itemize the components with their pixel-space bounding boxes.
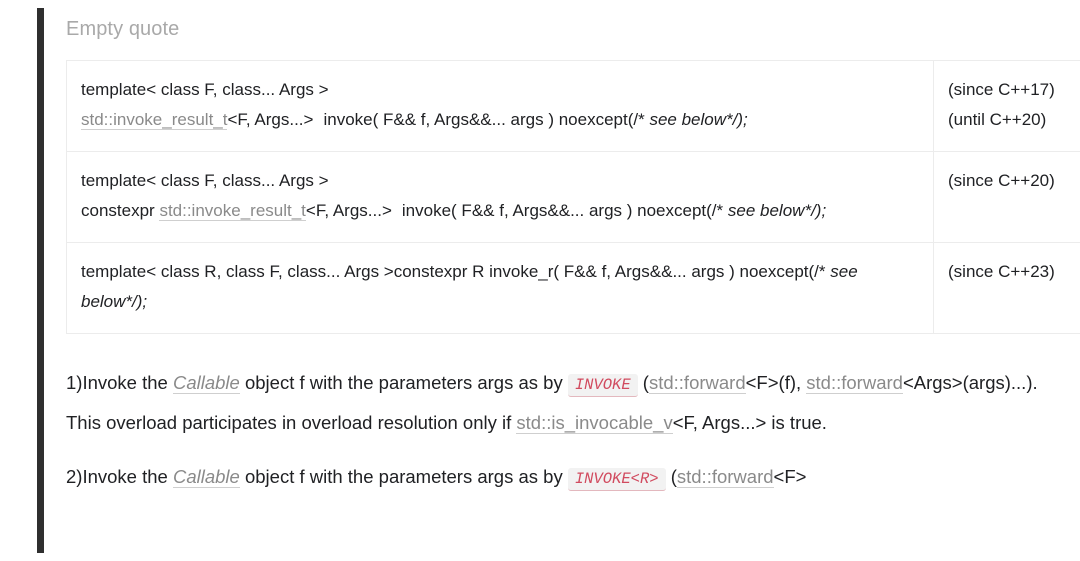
until-label: (until C++20) bbox=[948, 105, 1080, 135]
signature-mid: invoke( F&& f, Args&&... args ) noexcept… bbox=[323, 110, 644, 129]
link-std-forward[interactable]: std::forward bbox=[649, 372, 746, 394]
blockquote-container: Empty quote template< class F, class... … bbox=[0, 0, 1080, 553]
list-marker: 1) bbox=[66, 372, 82, 393]
quote-caption: Empty quote bbox=[66, 16, 1080, 42]
signature-cell: template< class F, class... Args > const… bbox=[67, 152, 934, 243]
link-invoke-result-t[interactable]: std::invoke_result_t bbox=[81, 110, 227, 130]
signature-cell: template< class R, class F, class... Arg… bbox=[67, 243, 934, 334]
list-marker: 2) bbox=[66, 466, 82, 487]
blockquote-accent-bar bbox=[37, 8, 44, 553]
text-segment: ( bbox=[666, 466, 677, 487]
link-std-forward[interactable]: std::forward bbox=[677, 466, 774, 488]
since-cell: (since C++17) (until C++20) bbox=[934, 61, 1080, 152]
link-std-forward[interactable]: std::forward bbox=[806, 372, 903, 394]
signature-italic-note: see below bbox=[649, 110, 726, 129]
text-segment: <F, Args...> is true. bbox=[673, 412, 827, 433]
since-label: (since C++20) bbox=[948, 166, 1080, 196]
signature-template-args: <F, Args...> bbox=[306, 201, 392, 220]
signature-table: template< class F, class... Args > std::… bbox=[66, 60, 1080, 334]
signature-italic-note: see below bbox=[728, 201, 805, 220]
table-row: template< class F, class... Args > std::… bbox=[67, 61, 1080, 152]
link-callable[interactable]: Callable bbox=[173, 466, 240, 488]
signature-prefix: constexpr bbox=[81, 201, 159, 220]
signature-line-1: template< class F, class... Args > bbox=[81, 171, 329, 190]
table-row: template< class R, class F, class... Arg… bbox=[67, 243, 1080, 334]
signature-tail: */); bbox=[726, 110, 748, 129]
link-invoke-result-t[interactable]: std::invoke_result_t bbox=[159, 201, 305, 221]
since-cell: (since C++20) bbox=[934, 152, 1080, 243]
signature-tail: */); bbox=[804, 201, 826, 220]
overload-description-2: 2)Invoke the Callable object f with the … bbox=[66, 458, 1076, 498]
text-segment: ( bbox=[638, 372, 649, 393]
signature-line-1: template< class F, class... Args > bbox=[81, 80, 329, 99]
overload-description-1: 1)Invoke the Callable object f with the … bbox=[66, 364, 1076, 442]
text-segment: object f with the parameters args as by bbox=[240, 372, 568, 393]
signature-mid: invoke( F&& f, Args&&... args ) noexcept… bbox=[402, 201, 723, 220]
signature-tail: */); bbox=[125, 292, 147, 311]
signature-template-args: <F, Args...> bbox=[227, 110, 313, 129]
text-segment: <F> bbox=[774, 466, 807, 487]
text-segment: object f with the parameters args as by bbox=[240, 466, 568, 487]
code-invoke-badge: INVOKE bbox=[568, 374, 638, 397]
code-invoke-r-badge: INVOKE<R> bbox=[568, 468, 666, 491]
signature-cell: template< class F, class... Args > std::… bbox=[67, 61, 934, 152]
text-segment: Invoke the bbox=[82, 372, 173, 393]
text-segment: Invoke the bbox=[82, 466, 173, 487]
since-label: (since C++17) bbox=[948, 75, 1080, 105]
since-cell: (since C++23) bbox=[934, 243, 1080, 334]
signature-line-1: template< class R, class F, class... Arg… bbox=[81, 262, 826, 281]
blockquote-content: Empty quote template< class F, class... … bbox=[66, 8, 1080, 561]
since-label: (since C++23) bbox=[948, 257, 1080, 287]
link-std-is-invocable-v[interactable]: std::is_invocable_v bbox=[516, 412, 672, 434]
table-row: template< class F, class... Args > const… bbox=[67, 152, 1080, 243]
text-segment: <F>(f), bbox=[746, 372, 807, 393]
link-callable[interactable]: Callable bbox=[173, 372, 240, 394]
